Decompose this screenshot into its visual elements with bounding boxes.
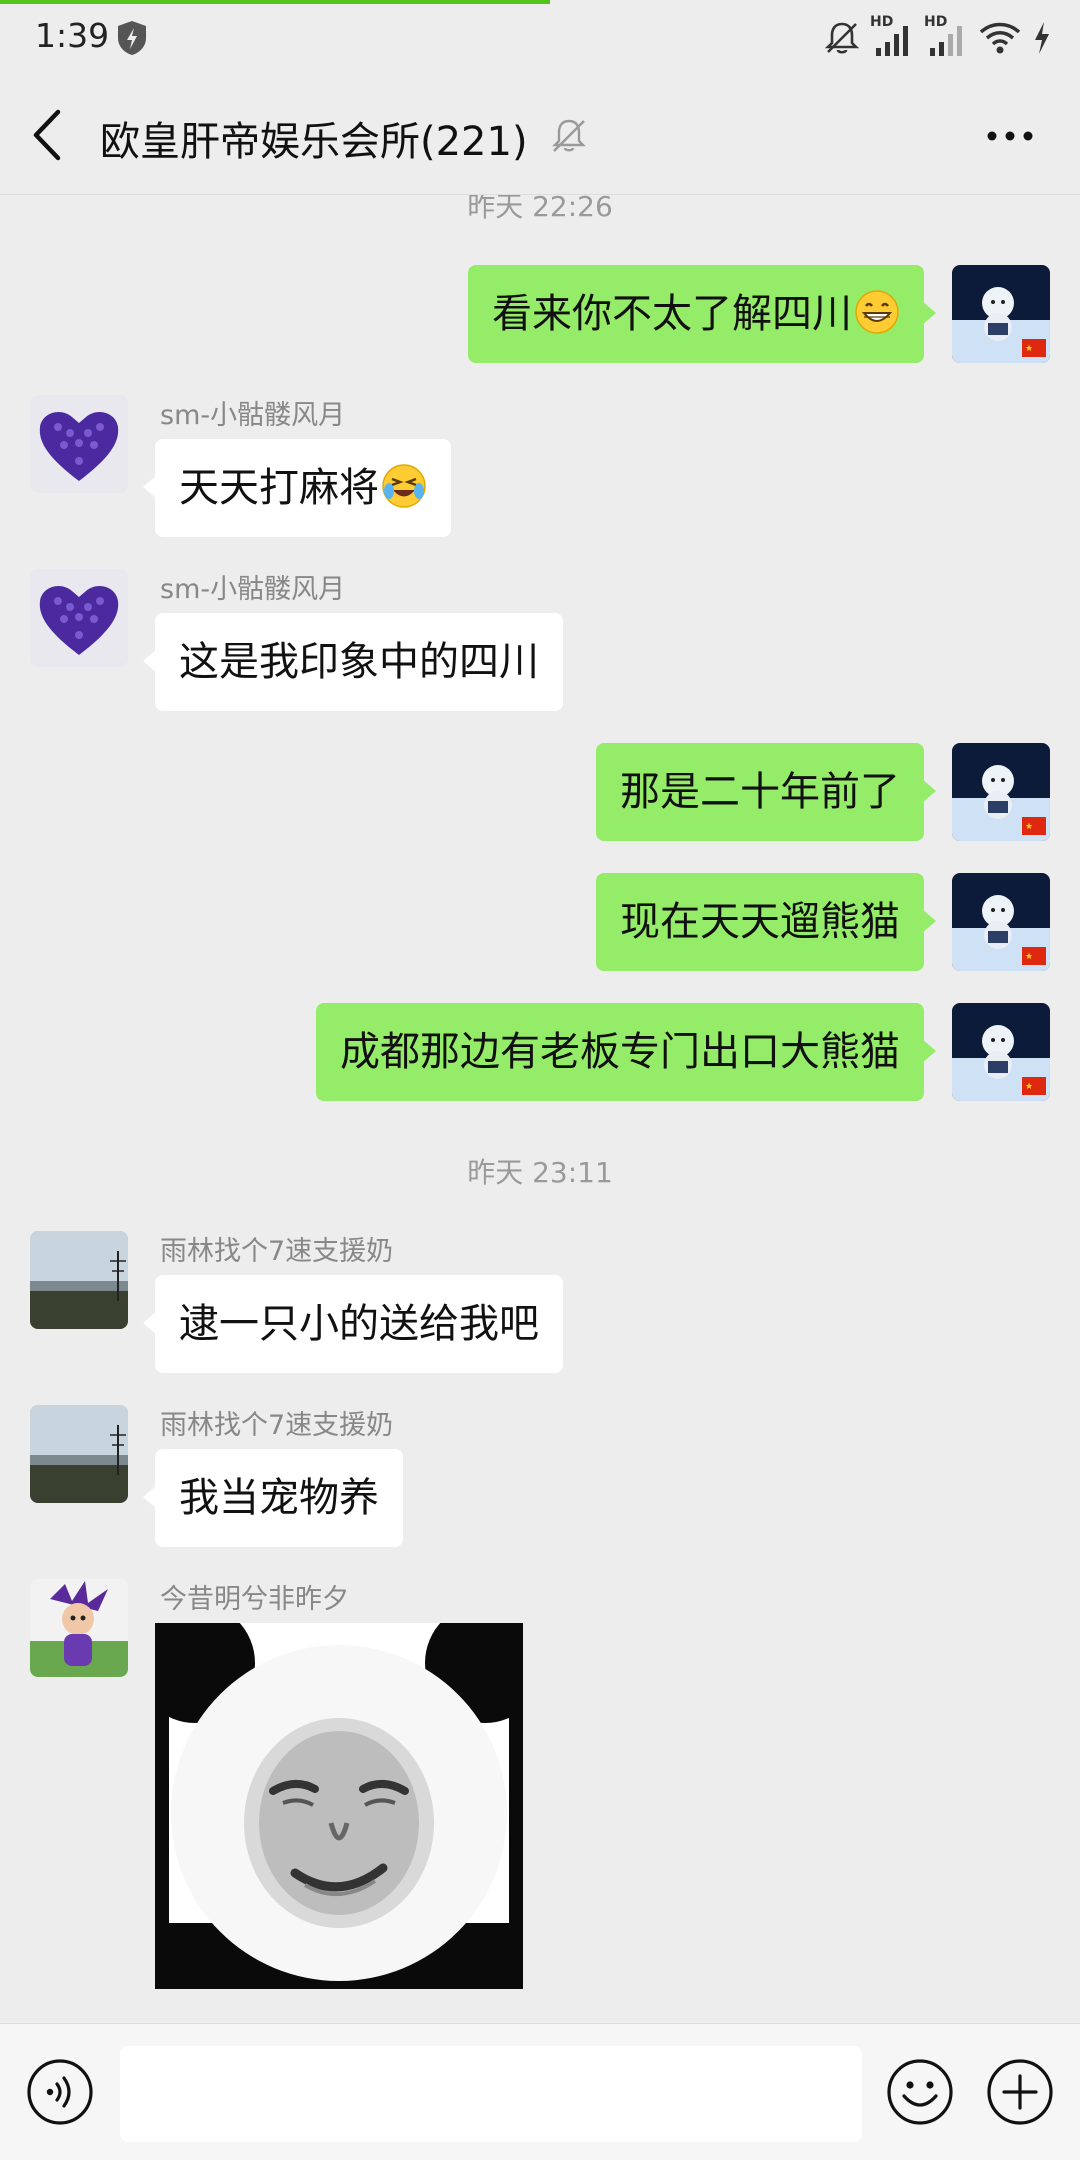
- message-text: 天天打麻将: [179, 465, 379, 511]
- svg-text:★: ★: [1025, 822, 1033, 832]
- status-time: 1:39: [35, 16, 110, 55]
- my-avatar[interactable]: ★: [952, 265, 1050, 363]
- emoji-icon[interactable]: [886, 2058, 954, 2126]
- message-outgoing: 现在天天遛熊猫 ★: [0, 873, 1080, 983]
- voice-icon[interactable]: [26, 2058, 94, 2126]
- grin-emoji-icon: [855, 290, 899, 334]
- input-bar: [0, 2023, 1080, 2160]
- wifi-icon: [979, 22, 1021, 54]
- panda-meme-sticker[interactable]: [155, 1623, 523, 1989]
- message-outgoing: 看来你不太了解四川 ★: [0, 265, 1080, 375]
- chat-header: 欧皇肝帝娱乐会所(221): [0, 76, 1080, 195]
- message-text: 那是二十年前了: [620, 769, 900, 815]
- puppy-avatar-icon: ★: [952, 1003, 1050, 1101]
- puppy-avatar-icon: ★: [952, 265, 1050, 363]
- message-incoming: sm-小骷髅风月 这是我印象中的四川: [0, 569, 1080, 719]
- message-bubble[interactable]: 成都那边有老板专门出口大熊猫: [316, 1003, 936, 1101]
- purple-character-avatar-icon: [30, 1579, 128, 1677]
- message-text: 现在天天遛熊猫: [620, 899, 900, 945]
- time-separator: 昨天 22:26: [467, 195, 613, 223]
- puppy-avatar-icon: ★: [952, 743, 1050, 841]
- panda-face-sticker-image: [155, 1623, 523, 1989]
- chat-screen: 1:39 HD HD 欧皇肝帝娱乐会所(221) 昨天 22:26 看来你不太了…: [0, 0, 1080, 2160]
- status-icons: HD HD: [824, 14, 1052, 58]
- message-input[interactable]: [120, 2046, 862, 2142]
- message-text: 我当宠物养: [179, 1475, 379, 1521]
- landscape-avatar-icon: [30, 1231, 128, 1329]
- sender-name: 雨林找个7速支援奶: [160, 1236, 394, 1267]
- message-incoming: 今昔明兮非昨夕: [0, 1579, 1080, 2019]
- landscape-avatar-icon: [30, 1405, 128, 1503]
- purple-heart-avatar-icon: [30, 569, 128, 667]
- sender-name: sm-小骷髅风月: [160, 400, 346, 431]
- message-outgoing: 成都那边有老板专门出口大熊猫 ★: [0, 1003, 1080, 1113]
- message-text: 成都那边有老板专门出口大熊猫: [340, 1029, 900, 1075]
- time-separator: 昨天 23:11: [467, 1156, 613, 1189]
- purple-heart-avatar-icon: [30, 395, 128, 493]
- sender-avatar[interactable]: [30, 1405, 128, 1503]
- status-bar: 1:39 HD HD: [0, 0, 1080, 76]
- message-text: 看来你不太了解四川: [492, 291, 852, 337]
- laugh-cry-emoji-icon: [382, 464, 426, 508]
- message-text: 这是我印象中的四川: [179, 639, 539, 685]
- my-avatar[interactable]: ★: [952, 743, 1050, 841]
- charging-icon: [1035, 22, 1049, 54]
- sender-avatar[interactable]: [30, 395, 128, 493]
- signal-2: HD: [924, 14, 968, 58]
- sender-avatar[interactable]: [30, 1579, 128, 1677]
- sender-avatar[interactable]: [30, 1231, 128, 1329]
- plus-icon[interactable]: [986, 2058, 1054, 2126]
- message-incoming: 雨林找个7速支援奶 逮一只小的送给我吧: [0, 1231, 1080, 1381]
- mute-bell-icon: [552, 119, 586, 152]
- message-incoming: sm-小骷髅风月 天天打麻将: [0, 395, 1080, 545]
- message-bubble[interactable]: 那是二十年前了: [596, 743, 936, 841]
- message-incoming: 雨林找个7速支援奶 我当宠物养: [0, 1405, 1080, 1555]
- signal-label-1: HD: [870, 14, 894, 30]
- svg-text:★: ★: [1025, 952, 1033, 962]
- my-avatar[interactable]: ★: [952, 1003, 1050, 1101]
- shield-icon: [118, 21, 146, 55]
- message-bubble[interactable]: 逮一只小的送给我吧: [143, 1275, 563, 1373]
- message-bubble[interactable]: 这是我印象中的四川: [143, 613, 563, 711]
- sender-name: 雨林找个7速支援奶: [160, 1410, 394, 1441]
- sender-name: sm-小骷髅风月: [160, 574, 346, 605]
- signal-1: HD: [870, 14, 914, 58]
- puppy-avatar-icon: ★: [952, 873, 1050, 971]
- message-bubble[interactable]: 看来你不太了解四川: [468, 265, 936, 363]
- svg-text:★: ★: [1025, 1082, 1033, 1092]
- message-bubble[interactable]: 现在天天遛熊猫: [596, 873, 936, 971]
- sender-avatar[interactable]: [30, 569, 128, 667]
- signal-label-2: HD: [924, 14, 948, 30]
- message-bubble[interactable]: 天天打麻将: [143, 439, 451, 537]
- chat-title[interactable]: 欧皇肝帝娱乐会所(221): [100, 109, 528, 167]
- back-arrow-icon[interactable]: [24, 106, 72, 164]
- message-bubble[interactable]: 我当宠物养: [143, 1449, 403, 1547]
- sender-name: 今昔明兮非昨夕: [160, 1584, 349, 1615]
- more-icon[interactable]: [984, 116, 1036, 156]
- my-avatar[interactable]: ★: [952, 873, 1050, 971]
- svg-text:★: ★: [1025, 344, 1033, 354]
- message-list[interactable]: 昨天 22:26 看来你不太了解四川 ★ sm-小骷髅风月 天天打麻将 sm-小…: [0, 195, 1080, 2023]
- message-outgoing: 那是二十年前了 ★: [0, 743, 1080, 853]
- mute-bell-status-icon: [824, 22, 860, 54]
- message-text: 逮一只小的送给我吧: [179, 1301, 539, 1347]
